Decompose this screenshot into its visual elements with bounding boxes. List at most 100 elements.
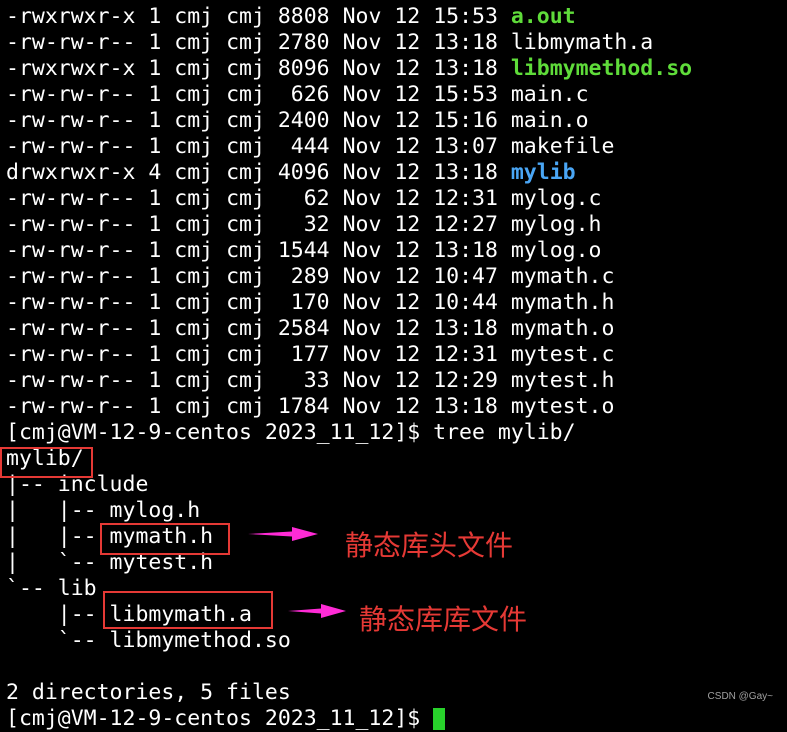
file-group: cmj: [213, 186, 265, 211]
file-links: 1: [135, 186, 162, 211]
file-group: cmj: [213, 4, 265, 29]
file-date: Nov 12 12:31: [329, 342, 498, 367]
file-size: 4096: [264, 160, 330, 185]
file-owner: cmj: [161, 108, 214, 133]
file-owner: cmj: [161, 186, 214, 211]
file-owner: cmj: [161, 160, 214, 185]
listing-row: -rwxrwxr-x 1 cmj cmj 8096 Nov 12 13:18 l…: [6, 56, 692, 82]
listing-row: -rw-rw-r-- 1 cmj cmj 62 Nov 12 12:31 myl…: [6, 186, 692, 212]
file-size: 8096: [264, 56, 330, 81]
file-perms: -rwxrwxr-x: [6, 4, 136, 29]
file-name: mymath.h: [497, 290, 615, 315]
file-owner: cmj: [161, 30, 214, 55]
listing-row: -rw-rw-r-- 1 cmj cmj 2400 Nov 12 15:16 m…: [6, 108, 692, 134]
file-name: mylib: [497, 160, 576, 185]
file-size: 170: [264, 290, 330, 315]
file-links: 1: [135, 4, 162, 29]
file-size: 1544: [264, 238, 330, 263]
file-size: 2400: [264, 108, 330, 133]
file-owner: cmj: [161, 56, 214, 81]
file-perms: -rw-rw-r--: [6, 30, 136, 55]
file-links: 1: [135, 238, 162, 263]
listing-row: -rw-rw-r-- 1 cmj cmj 1544 Nov 12 13:18 m…: [6, 238, 692, 264]
listing-row: -rw-rw-r-- 1 cmj cmj 444 Nov 12 13:07 ma…: [6, 134, 692, 160]
tree-mylog-h: | |-- mylog.h: [6, 498, 201, 523]
file-group: cmj: [213, 290, 265, 315]
file-perms: -rw-rw-r--: [6, 108, 136, 133]
file-name: mylog.h: [497, 212, 602, 237]
file-perms: -rw-rw-r--: [6, 342, 136, 367]
listing-row: -rw-rw-r-- 1 cmj cmj 33 Nov 12 12:29 myt…: [6, 368, 692, 394]
file-date: Nov 12 13:18: [329, 316, 498, 341]
file-group: cmj: [213, 368, 265, 393]
tree-include: |-- include: [6, 472, 149, 497]
tree-summary: 2 directories, 5 files: [6, 680, 291, 705]
file-name: main.o: [497, 108, 589, 133]
file-group: cmj: [213, 342, 265, 367]
file-owner: cmj: [161, 316, 214, 341]
listing-row: -rw-rw-r-- 1 cmj cmj 32 Nov 12 12:27 myl…: [6, 212, 692, 238]
file-name: mymath.c: [497, 264, 615, 289]
highlight-box-mymath-h: [100, 523, 230, 555]
file-owner: cmj: [161, 4, 214, 29]
file-owner: cmj: [161, 290, 214, 315]
file-date: Nov 12 12:27: [329, 212, 498, 237]
file-links: 1: [135, 30, 162, 55]
file-name: mytest.o: [497, 394, 615, 419]
file-perms: -rw-rw-r--: [6, 186, 136, 211]
file-group: cmj: [213, 56, 265, 81]
file-date: Nov 12 15:53: [329, 4, 498, 29]
file-name: main.c: [497, 82, 589, 107]
file-links: 1: [135, 264, 162, 289]
file-group: cmj: [213, 30, 265, 55]
file-name: libmymath.a: [497, 30, 654, 55]
next-prompt-line[interactable]: [cmj@VM-12-9-centos 2023_11_12]$: [6, 706, 692, 732]
file-perms: -rw-rw-r--: [6, 290, 136, 315]
file-size: 2584: [264, 316, 330, 341]
file-group: cmj: [213, 264, 265, 289]
file-date: Nov 12 10:47: [329, 264, 498, 289]
file-owner: cmj: [161, 134, 214, 159]
prompt-line: [cmj@VM-12-9-centos 2023_11_12]$ tree my…: [6, 420, 692, 446]
file-perms: drwxrwxr-x: [6, 160, 136, 185]
listing-row: -rw-rw-r-- 1 cmj cmj 2584 Nov 12 13:18 m…: [6, 316, 692, 342]
file-perms: -rw-rw-r--: [6, 394, 136, 419]
file-size: 8808: [264, 4, 330, 29]
file-date: Nov 12 15:16: [329, 108, 498, 133]
shell-prompt-2: [cmj@VM-12-9-centos 2023_11_12]$: [6, 706, 434, 731]
file-perms: -rw-rw-r--: [6, 212, 136, 237]
file-perms: -rw-rw-r--: [6, 238, 136, 263]
file-name: a.out: [497, 4, 576, 29]
file-links: 1: [135, 290, 162, 315]
file-perms: -rw-rw-r--: [6, 264, 136, 289]
file-links: 1: [135, 82, 162, 107]
file-group: cmj: [213, 212, 265, 237]
file-links: 1: [135, 316, 162, 341]
file-links: 1: [135, 342, 162, 367]
file-name: mymath.o: [497, 316, 615, 341]
listing-row: -rw-rw-r-- 1 cmj cmj 289 Nov 12 10:47 my…: [6, 264, 692, 290]
file-name: mytest.c: [497, 342, 615, 367]
file-size: 2780: [264, 30, 330, 55]
file-date: Nov 12 13:18: [329, 30, 498, 55]
shell-command: tree mylib/: [433, 420, 576, 445]
tree-root: mylib/: [6, 446, 84, 471]
file-size: 62: [264, 186, 330, 211]
listing-row: drwxrwxr-x 4 cmj cmj 4096 Nov 12 13:18 m…: [6, 160, 692, 186]
file-perms: -rw-rw-r--: [6, 368, 136, 393]
annotation-lib-label: 静态库库文件: [359, 603, 528, 636]
file-size: 33: [264, 368, 330, 393]
file-date: Nov 12 13:18: [329, 56, 498, 81]
file-group: cmj: [213, 82, 265, 107]
file-size: 177: [264, 342, 330, 367]
arrow-icon-header: [248, 527, 318, 541]
file-links: 1: [135, 108, 162, 133]
file-perms: -rwxrwxr-x: [6, 56, 136, 81]
file-size: 1784: [264, 394, 330, 419]
listing-row: -rw-rw-r-- 1 cmj cmj 1784 Nov 12 13:18 m…: [6, 394, 692, 420]
file-links: 1: [135, 394, 162, 419]
file-perms: -rw-rw-r--: [6, 134, 136, 159]
file-name: mytest.h: [497, 368, 615, 393]
file-owner: cmj: [161, 212, 214, 237]
